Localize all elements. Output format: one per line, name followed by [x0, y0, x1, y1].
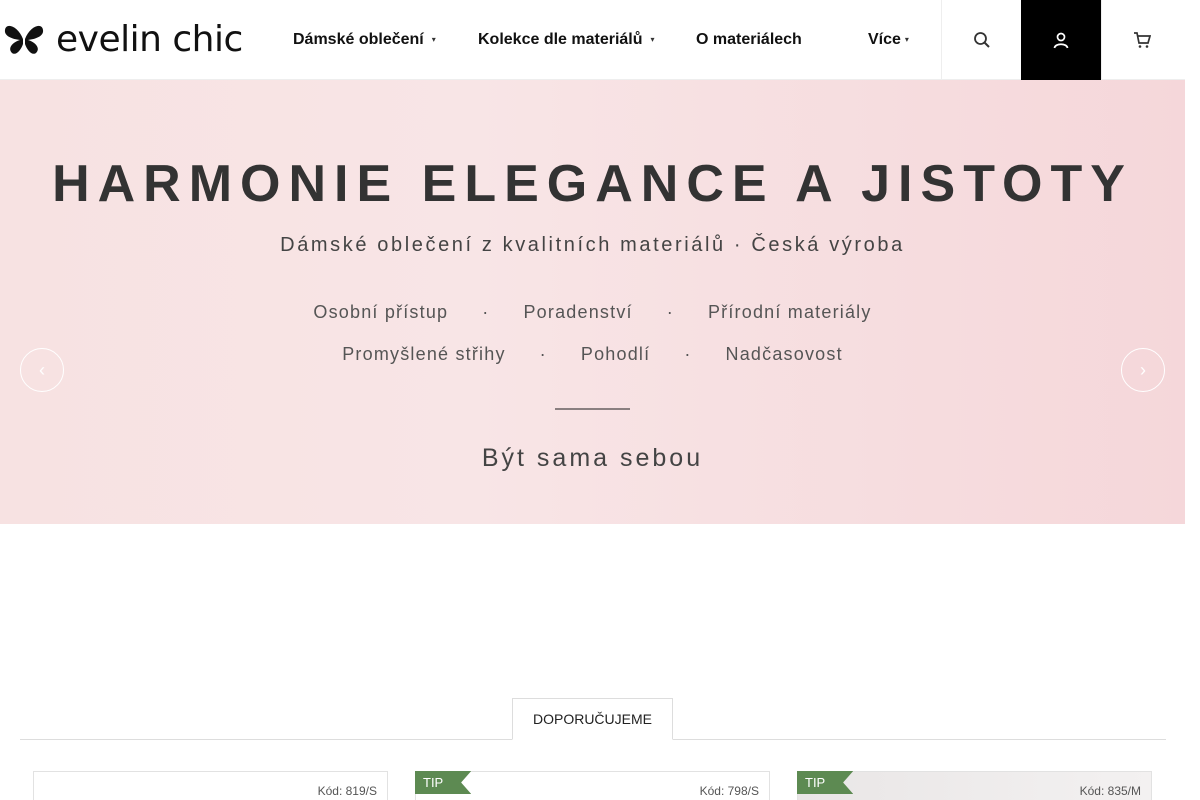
nav-item-label: Kolekce dle materiálů — [478, 31, 643, 48]
hero-separator: · — [666, 302, 674, 322]
user-icon — [1053, 32, 1069, 49]
nav-item-vice[interactable]: Více ▾ — [868, 31, 909, 49]
hero-divider — [555, 408, 630, 410]
product-card[interactable]: Kód: 819/S — [33, 771, 388, 800]
hero-value: Pohodlí — [580, 344, 651, 364]
nav-item-label: Dámské oblečení — [293, 31, 424, 48]
search-icon — [973, 32, 990, 48]
tip-badge: TIP — [797, 771, 854, 794]
product-card[interactable]: TIP Kód: 798/S — [415, 771, 770, 800]
search-button[interactable] — [941, 0, 1021, 80]
site-header: evelin chic Dámské oblečení ▾ Kolekce dle… — [0, 0, 1185, 80]
tab-doporucujeme[interactable]: DOPORUČUJEME — [512, 698, 673, 740]
hero-values-row-2: Promyšlené střihy · Pohodlí · Nadčasovost — [0, 344, 1185, 365]
hero-value: Promyšlené střihy — [342, 344, 506, 364]
hero-value: Nadčasovost — [725, 344, 843, 364]
nav-item-o-materialech[interactable]: O materiálech — [696, 31, 802, 49]
hero-separator: · — [482, 302, 490, 322]
hero-values-row-1: Osobní přístup · Poradenství · Přírodní mate… — [0, 302, 1185, 323]
hero-value: Osobní přístup — [313, 302, 449, 322]
product-code: Kód: 798/S — [699, 784, 759, 798]
product-code: Kód: 835/M — [1079, 784, 1141, 798]
brand-logo[interactable]: evelin chic — [4, 22, 243, 58]
hero-value: Přírodní materiály — [707, 302, 872, 322]
chevron-down-icon: ▾ — [650, 35, 655, 45]
cart-icon — [1133, 32, 1151, 48]
butterfly-logo-icon — [4, 25, 44, 54]
account-button[interactable] — [1021, 0, 1101, 80]
hero-title: HARMONIE ELEGANCE A JISTOTY — [52, 155, 1133, 213]
nav-item-label: Více — [868, 31, 901, 48]
product-card[interactable]: TIP Kód: 835/M — [797, 771, 1152, 800]
cart-button[interactable] — [1101, 0, 1181, 80]
hero-tagline: Být sama sebou — [481, 444, 704, 472]
hero-subtitle: Dámské oblečení z kvalitních materiálů ·… — [280, 234, 905, 256]
nav-item-damske-obleceni[interactable]: Dámské oblečení ▾ — [293, 31, 436, 49]
hero-banner: HARMONIE ELEGANCE A JISTOTY Dámské obleč… — [0, 80, 1185, 524]
brand-name: evelin chic — [56, 19, 243, 60]
chevron-left-icon: ‹ — [39, 359, 45, 380]
chevron-down-icon: ▾ — [431, 35, 436, 45]
chevron-down-icon: ▾ — [904, 35, 909, 45]
hero-separator: · — [684, 344, 692, 364]
hero-value: Poradenství — [523, 302, 633, 322]
carousel-next-button[interactable]: › — [1121, 348, 1165, 392]
hero-separator: · — [539, 344, 547, 364]
nav-item-kolekce[interactable]: Kolekce dle materiálů ▾ — [478, 31, 655, 49]
nav-item-label: O materiálech — [696, 31, 802, 48]
chevron-right-icon: › — [1140, 359, 1146, 380]
carousel-prev-button[interactable]: ‹ — [20, 348, 64, 392]
tip-badge: TIP — [415, 771, 472, 794]
product-code: Kód: 819/S — [317, 784, 377, 798]
